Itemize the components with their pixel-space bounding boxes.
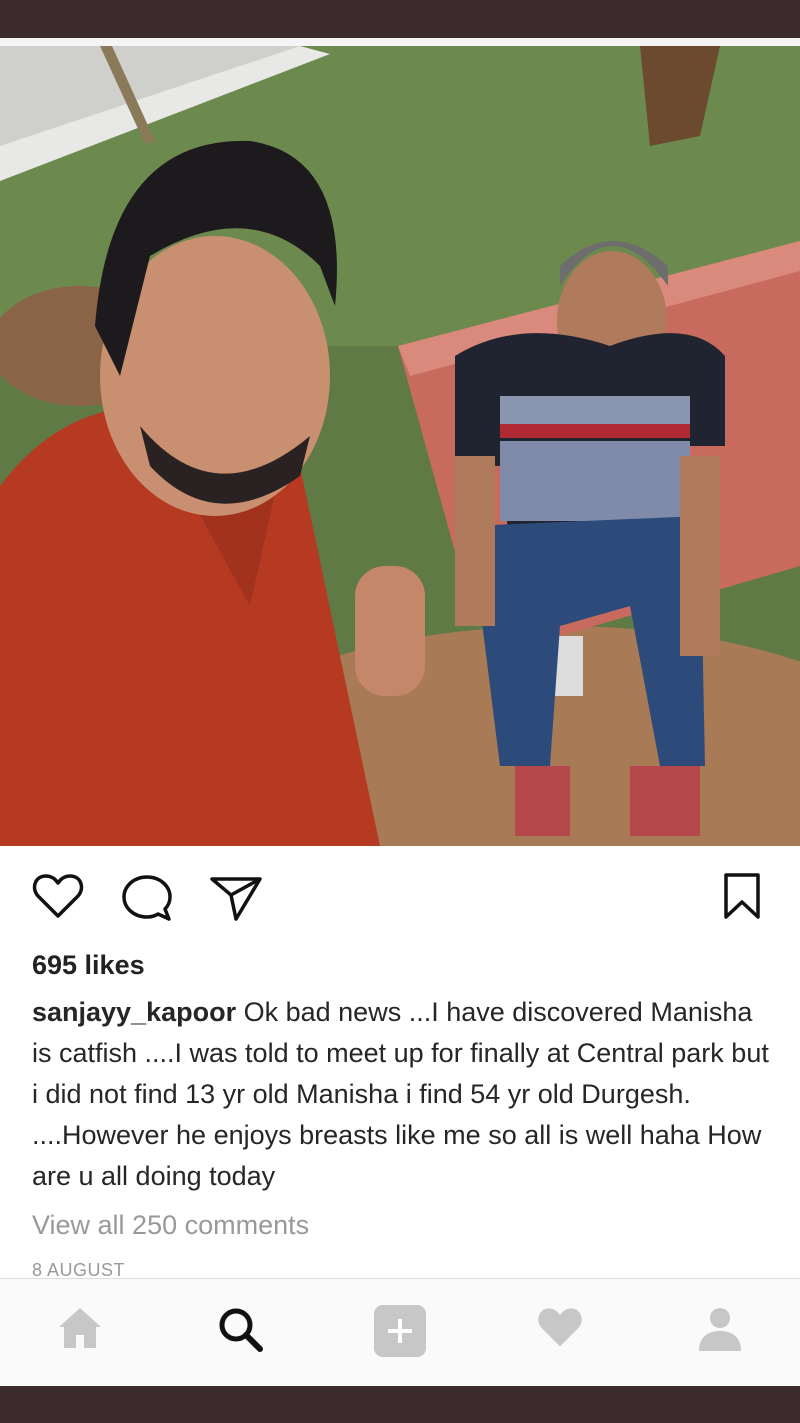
post-photo[interactable] bbox=[0, 46, 800, 846]
bottom-border bbox=[0, 1386, 800, 1423]
top-border bbox=[0, 0, 800, 38]
caption-username[interactable]: sanjayy_kapoor bbox=[32, 997, 236, 1027]
post-date: 8 AUGUST bbox=[32, 1260, 126, 1278]
heart-icon[interactable] bbox=[32, 873, 84, 919]
home-icon[interactable] bbox=[56, 1305, 104, 1351]
profile-icon[interactable] bbox=[696, 1305, 744, 1353]
view-comments-link[interactable]: View all 250 comments bbox=[32, 1210, 309, 1241]
post-image bbox=[0, 46, 800, 846]
post-details: 695 likes sanjayy_kapoor Ok bad news ...… bbox=[0, 846, 800, 1278]
bookmark-icon[interactable] bbox=[722, 872, 762, 920]
add-post-icon[interactable] bbox=[374, 1305, 426, 1357]
top-gap bbox=[0, 38, 800, 46]
search-icon[interactable] bbox=[216, 1305, 264, 1353]
activity-heart-icon[interactable] bbox=[536, 1305, 584, 1349]
share-icon[interactable] bbox=[208, 873, 264, 923]
post-caption: sanjayy_kapoor Ok bad news ...I have dis… bbox=[32, 992, 772, 1197]
post-actions bbox=[0, 870, 800, 922]
comment-icon[interactable] bbox=[120, 873, 174, 923]
likes-count[interactable]: 695 likes bbox=[32, 950, 145, 981]
bottom-navigation bbox=[0, 1278, 800, 1386]
